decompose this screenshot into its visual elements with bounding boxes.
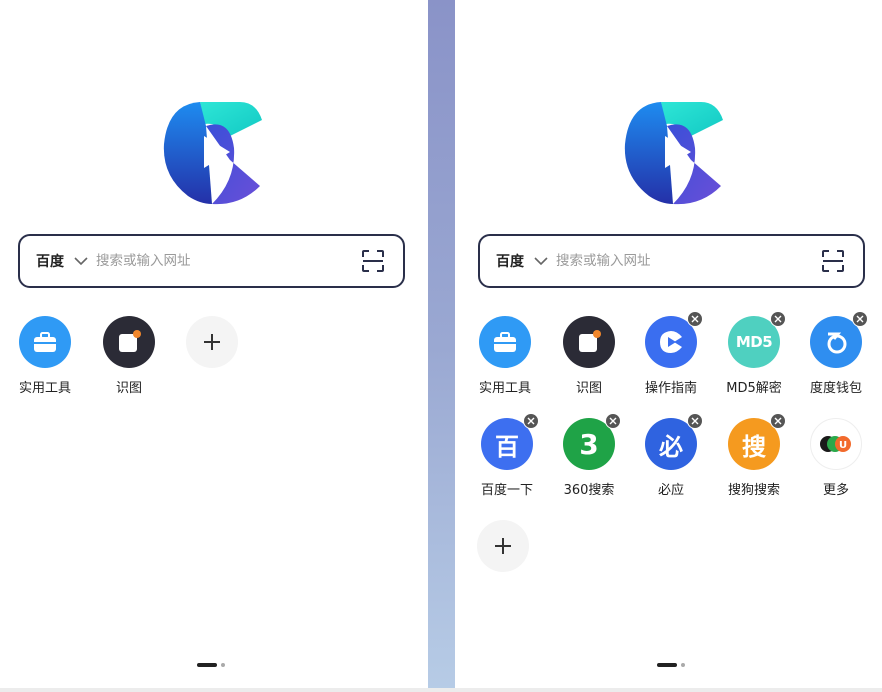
shortcut-tools[interactable]: 实用工具 — [465, 316, 545, 396]
shortcut-label: 搜狗搜索 — [727, 483, 780, 498]
shortcut-bing[interactable]: 必 必应 — [631, 413, 711, 498]
scan-icon[interactable] — [361, 249, 385, 273]
shortcut-wallet[interactable]: 度度钱包 — [796, 311, 876, 396]
shortcut-label: 操作指南 — [644, 381, 697, 396]
svg-text:U: U — [839, 440, 847, 451]
plus-icon[interactable] — [186, 316, 238, 368]
right-homepage-edit: 百度 实用工具 识图 操作指南 MD5 MD5解密 — [455, 0, 882, 692]
left-homepage: 百度 实用工具 识图 — [0, 0, 428, 692]
shortcut-label: 必应 — [657, 483, 684, 498]
add-shortcut-button[interactable] — [463, 520, 543, 572]
remove-shortcut-icon[interactable] — [523, 413, 539, 429]
shortcut-sogou[interactable]: 搜 搜狗搜索 — [714, 413, 794, 498]
scan-icon[interactable] — [821, 249, 845, 273]
remove-shortcut-icon[interactable] — [687, 311, 703, 327]
bing-icon[interactable]: 必 — [645, 413, 703, 470]
remove-shortcut-icon[interactable] — [770, 413, 786, 429]
shortcut-image-recognition[interactable]: 识图 — [549, 316, 629, 396]
md5-icon[interactable]: MD5 — [728, 311, 786, 368]
wallet-icon[interactable] — [810, 311, 868, 368]
shortcut-label: 实用工具 — [18, 381, 71, 396]
add-shortcut-button[interactable] — [172, 316, 252, 368]
remove-shortcut-icon[interactable] — [605, 413, 621, 429]
shortcut-label: 实用工具 — [478, 381, 531, 396]
shortcut-360-search[interactable]: 3 360搜索 — [549, 413, 629, 498]
shortcut-label: 度度钱包 — [809, 381, 862, 396]
guide-play-icon[interactable] — [645, 311, 703, 368]
image-recognition-icon[interactable] — [563, 316, 615, 368]
search-engine-selector[interactable]: 百度 — [496, 251, 524, 271]
shortcut-label: 识图 — [115, 381, 142, 396]
search-360-icon[interactable]: 3 — [563, 413, 621, 470]
shortcut-more[interactable]: U 更多 — [796, 418, 876, 498]
shortcut-baidu[interactable]: 百 百度一下 — [467, 413, 547, 498]
browser-logo-icon — [163, 102, 262, 205]
more-apps-icon[interactable]: U — [810, 418, 862, 470]
remove-shortcut-icon[interactable] — [770, 311, 786, 327]
shortcut-label: MD5解密 — [726, 381, 782, 396]
search-bar[interactable]: 百度 — [478, 234, 865, 288]
shortcut-image-recognition[interactable]: 识图 — [89, 316, 169, 396]
shortcut-label: 识图 — [575, 381, 602, 396]
image-recognition-icon[interactable] — [103, 316, 155, 368]
remove-shortcut-icon[interactable] — [687, 413, 703, 429]
baidu-icon[interactable]: 百 — [481, 413, 539, 470]
search-input[interactable] — [556, 253, 786, 269]
shortcut-guide[interactable]: 操作指南 — [631, 311, 711, 396]
browser-logo-icon — [624, 102, 723, 205]
split-divider — [428, 0, 455, 692]
search-bar[interactable]: 百度 — [18, 234, 405, 288]
plus-icon[interactable] — [477, 520, 529, 572]
toolbox-icon[interactable] — [19, 316, 71, 368]
shortcut-md5[interactable]: MD5 MD5解密 — [714, 311, 794, 396]
shortcut-tools[interactable]: 实用工具 — [5, 316, 85, 396]
shortcut-label: 360搜索 — [563, 483, 615, 498]
shortcut-label: 更多 — [822, 483, 849, 498]
remove-shortcut-icon[interactable] — [852, 311, 868, 327]
chevron-down-icon[interactable] — [74, 256, 88, 266]
search-input[interactable] — [96, 253, 326, 269]
sogou-icon[interactable]: 搜 — [728, 413, 786, 470]
chevron-down-icon[interactable] — [534, 256, 548, 266]
shortcut-label: 百度一下 — [480, 483, 533, 498]
search-engine-selector[interactable]: 百度 — [36, 251, 64, 271]
toolbox-icon[interactable] — [479, 316, 531, 368]
